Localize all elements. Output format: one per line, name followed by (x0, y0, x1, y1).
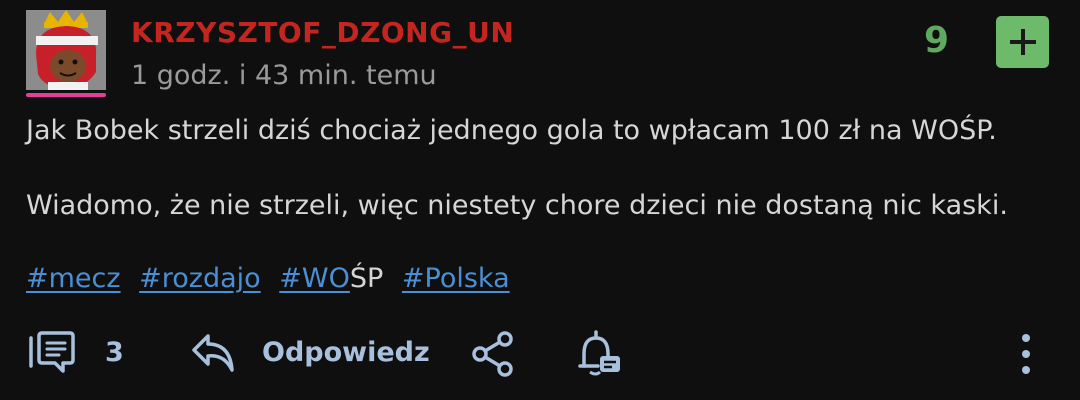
post-action-bar: 3 Odpowiedz (0, 325, 1080, 385)
reply-button[interactable]: Odpowiedz (190, 330, 430, 374)
tag-polska[interactable]: #Polska (402, 263, 510, 294)
avatar-highlight-bar (26, 93, 106, 97)
comments-button[interactable]: 3 (27, 330, 124, 374)
tag-wosp-plain-part: ŚP (349, 263, 384, 294)
more-vertical-icon (1022, 334, 1030, 374)
tag-rozdajo[interactable]: #rozdajo (139, 263, 261, 294)
share-button[interactable] (470, 330, 516, 378)
tag-wosp[interactable]: #WOŚP (279, 263, 383, 294)
more-options-button[interactable] (1013, 332, 1039, 376)
comments-count: 3 (105, 336, 124, 368)
username[interactable]: KRZYSZTOF_DZONG_UN (131, 16, 514, 49)
vote-count: 9 (924, 20, 950, 61)
avatar-image (26, 10, 106, 90)
tag-list: #mecz #rozdajo #WOŚP #Polska (26, 263, 520, 294)
tag-mecz[interactable]: #mecz (26, 263, 121, 294)
reply-icon (192, 334, 234, 372)
bell-icon (578, 330, 620, 376)
comments-icon (29, 331, 75, 373)
avatar[interactable] (26, 10, 106, 90)
upvote-button[interactable] (996, 16, 1049, 68)
notify-button[interactable] (576, 328, 624, 378)
share-icon (472, 331, 513, 377)
tag-wosp-link-part: #WO (279, 263, 350, 294)
post-timestamp: 1 godz. i 43 min. temu (131, 60, 437, 91)
reply-label: Odpowiedz (262, 336, 430, 368)
plus-icon (1009, 29, 1036, 55)
post-body-line-1: Jak Bobek strzeli dziś chociaż jednego g… (26, 115, 997, 146)
post-body-line-2: Wiadomo, że nie strzeli, więc niestety c… (26, 190, 1008, 221)
